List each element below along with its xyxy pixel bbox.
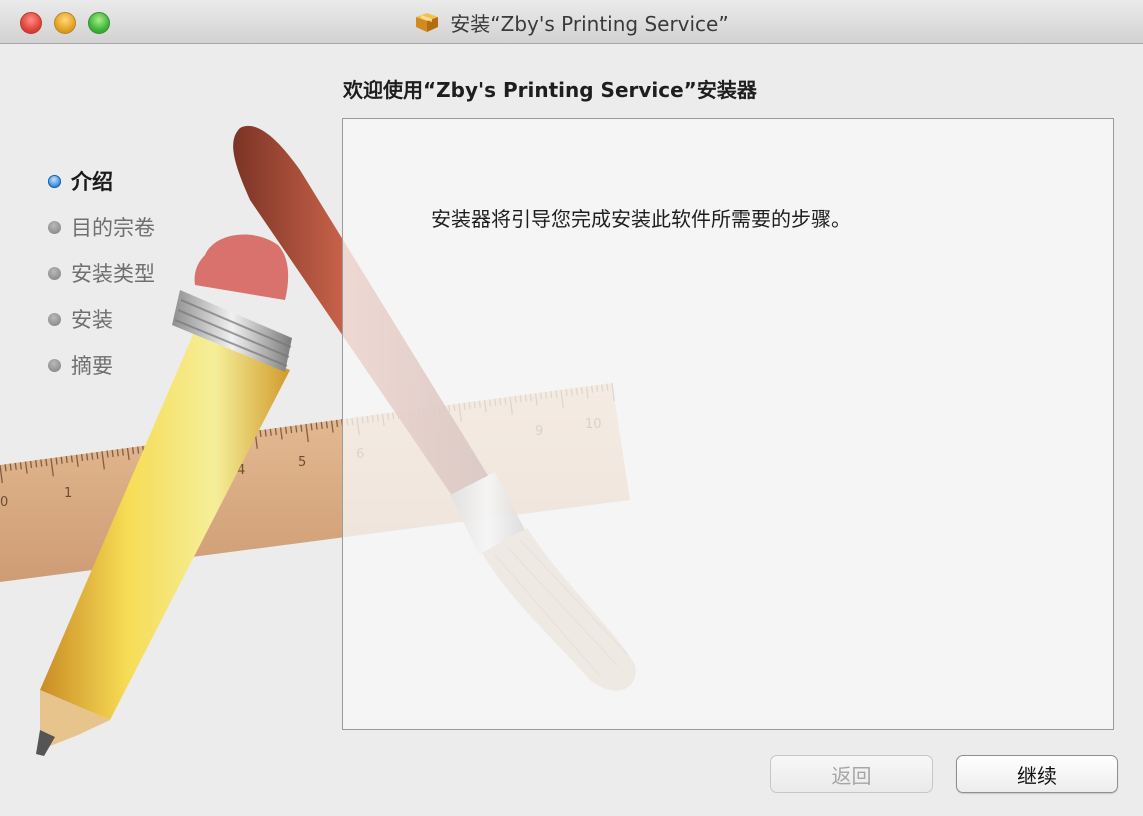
ruler-tick xyxy=(121,448,124,456)
ruler-tick xyxy=(315,422,318,430)
step-bullet-icon xyxy=(48,312,61,326)
ruler-tick xyxy=(290,426,293,434)
step-bullet-icon xyxy=(48,174,61,188)
step-bullet-icon xyxy=(48,358,61,372)
ruler-tick xyxy=(29,460,33,468)
step-item-install: 安装 xyxy=(48,296,155,342)
step-label: 安装类型 xyxy=(71,262,155,286)
content-panel: 安装器将引导您完成安装此软件所需要的步骤。 xyxy=(342,118,1114,730)
ruler-tick xyxy=(80,454,84,462)
installer-window: 安装“Zby's Printing Service” 欢迎使用“Zby's Pr… xyxy=(0,0,1143,816)
ruler-tick xyxy=(35,460,38,468)
step-list: 介绍 目的宗卷 安装类型 安装 摘要 xyxy=(48,158,155,388)
ruler-tick xyxy=(91,452,94,460)
ruler-tick xyxy=(300,424,303,432)
ruler-tick xyxy=(55,457,58,465)
package-icon xyxy=(416,13,439,32)
ruler-tick-label: 5 xyxy=(298,455,306,470)
step-bullet-icon xyxy=(48,266,61,280)
step-label: 介绍 xyxy=(71,170,113,194)
step-bullet-icon xyxy=(48,220,61,234)
ruler-tick xyxy=(335,419,339,427)
ruler-tick xyxy=(269,428,272,436)
ruler-tick xyxy=(14,462,17,470)
ruler-tick xyxy=(310,423,313,431)
step-item-introduction: 介绍 xyxy=(48,158,155,204)
ruler-tick xyxy=(96,451,99,460)
title-container: 安装“Zby's Printing Service” xyxy=(0,0,1143,44)
ruler-tick xyxy=(116,449,119,457)
step-label: 目的宗卷 xyxy=(71,216,155,240)
step-item-destination: 目的宗卷 xyxy=(48,204,155,250)
ruler-tick xyxy=(264,429,267,437)
ruler-tick xyxy=(274,428,277,436)
step-label: 安装 xyxy=(71,308,113,332)
step-label: 摘要 xyxy=(71,354,113,378)
ruler-tick xyxy=(325,421,328,429)
ruler-tick xyxy=(19,462,22,470)
ruler-tick xyxy=(131,447,135,455)
ruler-tick xyxy=(295,425,298,433)
ruler-tick xyxy=(40,459,43,467)
title-bar[interactable]: 安装“Zby's Printing Service” xyxy=(0,0,1143,44)
ruler-tick xyxy=(106,450,109,458)
ruler-tick xyxy=(111,449,114,458)
window-title: 安装“Zby's Printing Service” xyxy=(450,11,729,36)
ruler-tick xyxy=(45,458,48,466)
ruler-tick xyxy=(320,421,323,429)
ruler-tick xyxy=(70,455,73,463)
ruler-tick xyxy=(65,456,68,464)
ruler-tick xyxy=(60,456,63,464)
ruler-tick xyxy=(259,430,262,438)
ruler-tick xyxy=(4,464,7,472)
ruler-tick xyxy=(137,446,140,454)
ruler-tick xyxy=(86,453,89,461)
ruler-tick xyxy=(9,463,12,471)
ruler-tick xyxy=(284,426,288,434)
ruler-tick-label: 1 xyxy=(64,486,72,501)
back-button[interactable]: 返回 xyxy=(770,755,933,793)
intro-text: 安装器将引导您完成安装此软件所需要的步骤。 xyxy=(431,207,851,231)
continue-button[interactable]: 继续 xyxy=(956,755,1118,793)
ruler-tick-label: 0 xyxy=(0,495,8,510)
step-item-install-type: 安装类型 xyxy=(48,250,155,296)
step-item-summary: 摘要 xyxy=(48,342,155,388)
